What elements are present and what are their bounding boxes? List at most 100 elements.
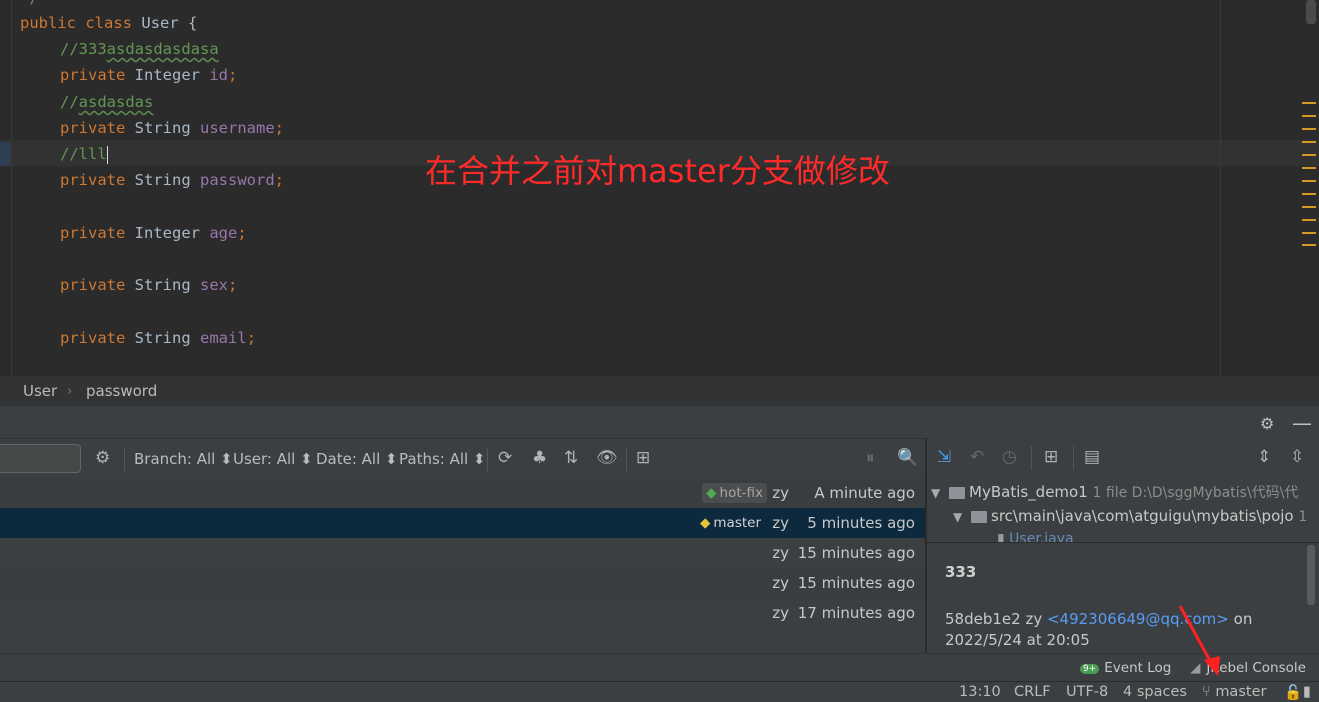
caret-position[interactable]: 13:10	[959, 684, 1001, 700]
code-line-field: private String email;	[60, 329, 257, 347]
commit-date: 17 minutes ago	[797, 604, 915, 622]
expand-all-icon[interactable]: ⇕	[1257, 447, 1271, 467]
commit-row-selected[interactable]: ◆ master zy 5 minutes ago	[0, 508, 925, 538]
commit-row[interactable]: zy 15 minutes ago	[0, 538, 925, 568]
warning-stripe[interactable]	[1302, 154, 1316, 156]
gutter-divider	[11, 0, 12, 375]
search-icon[interactable]: 🔍	[897, 448, 918, 468]
commit-hash-author: 58deb1e2 zy	[945, 610, 1043, 628]
breadcrumb: User › password	[0, 375, 1319, 406]
tag-icon: ◆	[706, 485, 717, 501]
changes-toolbar: ⇲ ↶ ◷ ⊞ ▤ ⇕ ⇳	[927, 438, 1319, 478]
revert-icon[interactable]: ↶	[970, 447, 984, 467]
branch-filter[interactable]: Branch: All ⬍	[134, 450, 233, 468]
code-line-field: private String sex;	[60, 276, 238, 294]
commit-list-empty-area	[0, 628, 925, 653]
commit-author: zy	[772, 514, 789, 532]
code-line-class-decl: public class User {	[20, 14, 198, 32]
changes-tree: ▼ MyBatis_demo1 1 file D:\D\sggMybatis\代…	[927, 478, 1319, 542]
expand-arrow-icon: ▼	[953, 510, 963, 524]
warning-stripe[interactable]	[1302, 219, 1316, 221]
log-search-input[interactable]	[0, 444, 81, 473]
indent-setting[interactable]: 4 spaces	[1123, 684, 1187, 700]
settings-icon[interactable]: ⚙	[95, 448, 110, 468]
minimize-icon[interactable]: —	[1292, 411, 1312, 435]
warning-stripe[interactable]	[1302, 232, 1316, 234]
git-branch-widget[interactable]: ⑂ master	[1202, 684, 1266, 700]
right-margin-guide	[1220, 0, 1221, 375]
commit-details: 333 58deb1e2 zy <492306649@qq.com> on 20…	[927, 542, 1319, 654]
code-line-comment: //lll	[60, 145, 108, 164]
code-editor[interactable]: */ public class User { //333asdasdasdasa…	[0, 0, 1319, 375]
warning-stripe[interactable]	[1302, 193, 1316, 195]
tree-node-project[interactable]: ▼ MyBatis_demo1 1 file D:\D\sggMybatis\代…	[931, 482, 1298, 502]
warning-stripe[interactable]	[1302, 141, 1316, 143]
file-encoding[interactable]: UTF-8	[1066, 684, 1108, 700]
code-line-field: private Integer age;	[60, 224, 247, 242]
commit-date: A minute ago	[814, 484, 915, 502]
date-filter[interactable]: Date: All ⬍	[316, 450, 398, 468]
commit-row[interactable]: zy 15 minutes ago	[0, 568, 925, 598]
history-icon[interactable]: ◷	[1002, 447, 1017, 467]
pause-icon[interactable]: ⏸	[866, 448, 875, 468]
diff-icon[interactable]: ⇲	[937, 447, 951, 467]
paths-filter[interactable]: Paths: All ⬍	[399, 450, 486, 468]
red-arrow-annotation	[1178, 605, 1220, 676]
tool-window-strip: 9+ Event Log ◢ JRebel Console	[0, 653, 1319, 682]
commit-author: zy	[772, 544, 789, 562]
collapse-all-icon[interactable]: ⇳	[1290, 447, 1304, 467]
gear-icon[interactable]: ⚙	[1260, 414, 1274, 433]
commit-row[interactable]: ◆ hot-fix zy A minute ago	[0, 478, 925, 508]
warning-stripe[interactable]	[1302, 206, 1316, 208]
toolbar-separator	[1031, 446, 1032, 470]
user-filter[interactable]: User: All ⬍	[233, 450, 313, 468]
code-line-field: private String username;	[60, 119, 285, 137]
warning-stripe[interactable]	[1302, 244, 1316, 246]
changes-panel: ⇲ ↶ ◷ ⊞ ▤ ⇕ ⇳ ▼ MyBatis_demo1 1 file D:\…	[926, 438, 1319, 654]
tree-node-file[interactable]: ▮ User.java	[997, 531, 1074, 542]
git-tool-window-header: ⚙ —	[0, 406, 1319, 438]
tree-node-package[interactable]: ▼ src\main\java\com\atguigu\mybatis\pojo…	[953, 507, 1307, 525]
java-file-icon: ▮	[997, 531, 1005, 542]
memory-indicator-icon[interactable]: ▮	[1303, 684, 1311, 700]
group-by-icon[interactable]: ⊞	[1044, 447, 1058, 467]
toolbar-separator	[487, 447, 488, 471]
chevron-right-icon: ›	[67, 384, 73, 399]
commit-date: 15 minutes ago	[797, 574, 915, 592]
lock-icon[interactable]: 🔓	[1284, 684, 1302, 701]
breadcrumb-member[interactable]: password	[86, 382, 157, 400]
code-line-comment-end: */	[20, 0, 39, 8]
line-separator[interactable]: CRLF	[1014, 684, 1051, 700]
details-scrollbar[interactable]	[1307, 545, 1315, 605]
commit-author: zy	[772, 574, 789, 592]
editor-scrollbar[interactable]	[1306, 0, 1316, 24]
cherry-pick-icon[interactable]: ♣	[532, 448, 547, 468]
branch-tag-master: ◆ master	[700, 515, 761, 531]
warning-stripe[interactable]	[1302, 102, 1316, 104]
event-log-badge: 9+	[1080, 664, 1100, 674]
new-tab-icon[interactable]: ⊞	[636, 448, 650, 468]
refresh-icon[interactable]: ⟳	[498, 448, 512, 468]
red-annotation-text: 在合并之前对master分支做修改	[425, 152, 890, 190]
warning-stripe[interactable]	[1302, 167, 1316, 169]
breadcrumb-class[interactable]: User	[23, 382, 57, 400]
warning-stripe[interactable]	[1302, 115, 1316, 117]
log-toolbar: ⚙ Branch: All ⬍ User: All ⬍ Date: All ⬍ …	[0, 438, 925, 480]
commit-author: zy	[772, 484, 789, 502]
commit-row[interactable]: zy 17 minutes ago	[0, 598, 925, 628]
eye-icon[interactable]: 👁	[596, 448, 618, 468]
gutter-caret-marker	[0, 142, 10, 166]
text-caret	[106, 145, 108, 164]
event-log-button[interactable]: 9+ Event Log	[1080, 660, 1171, 676]
warning-stripe[interactable]	[1302, 180, 1316, 182]
tag-icon: ◆	[700, 515, 711, 531]
folder-icon	[971, 510, 988, 523]
layout-icon[interactable]: ▤	[1084, 447, 1100, 467]
sort-arrows-icon[interactable]: ⇅	[564, 448, 578, 468]
status-bar: 13:10 CRLF UTF-8 4 spaces ⑂ master 🔓 ▮	[0, 681, 1319, 702]
expand-arrow-icon: ▼	[931, 486, 941, 500]
toolbar-separator	[626, 447, 627, 471]
code-line-comment: //333asdasdasdasa	[60, 40, 219, 58]
warning-stripe[interactable]	[1302, 128, 1316, 130]
commit-date: 5 minutes ago	[807, 514, 915, 532]
